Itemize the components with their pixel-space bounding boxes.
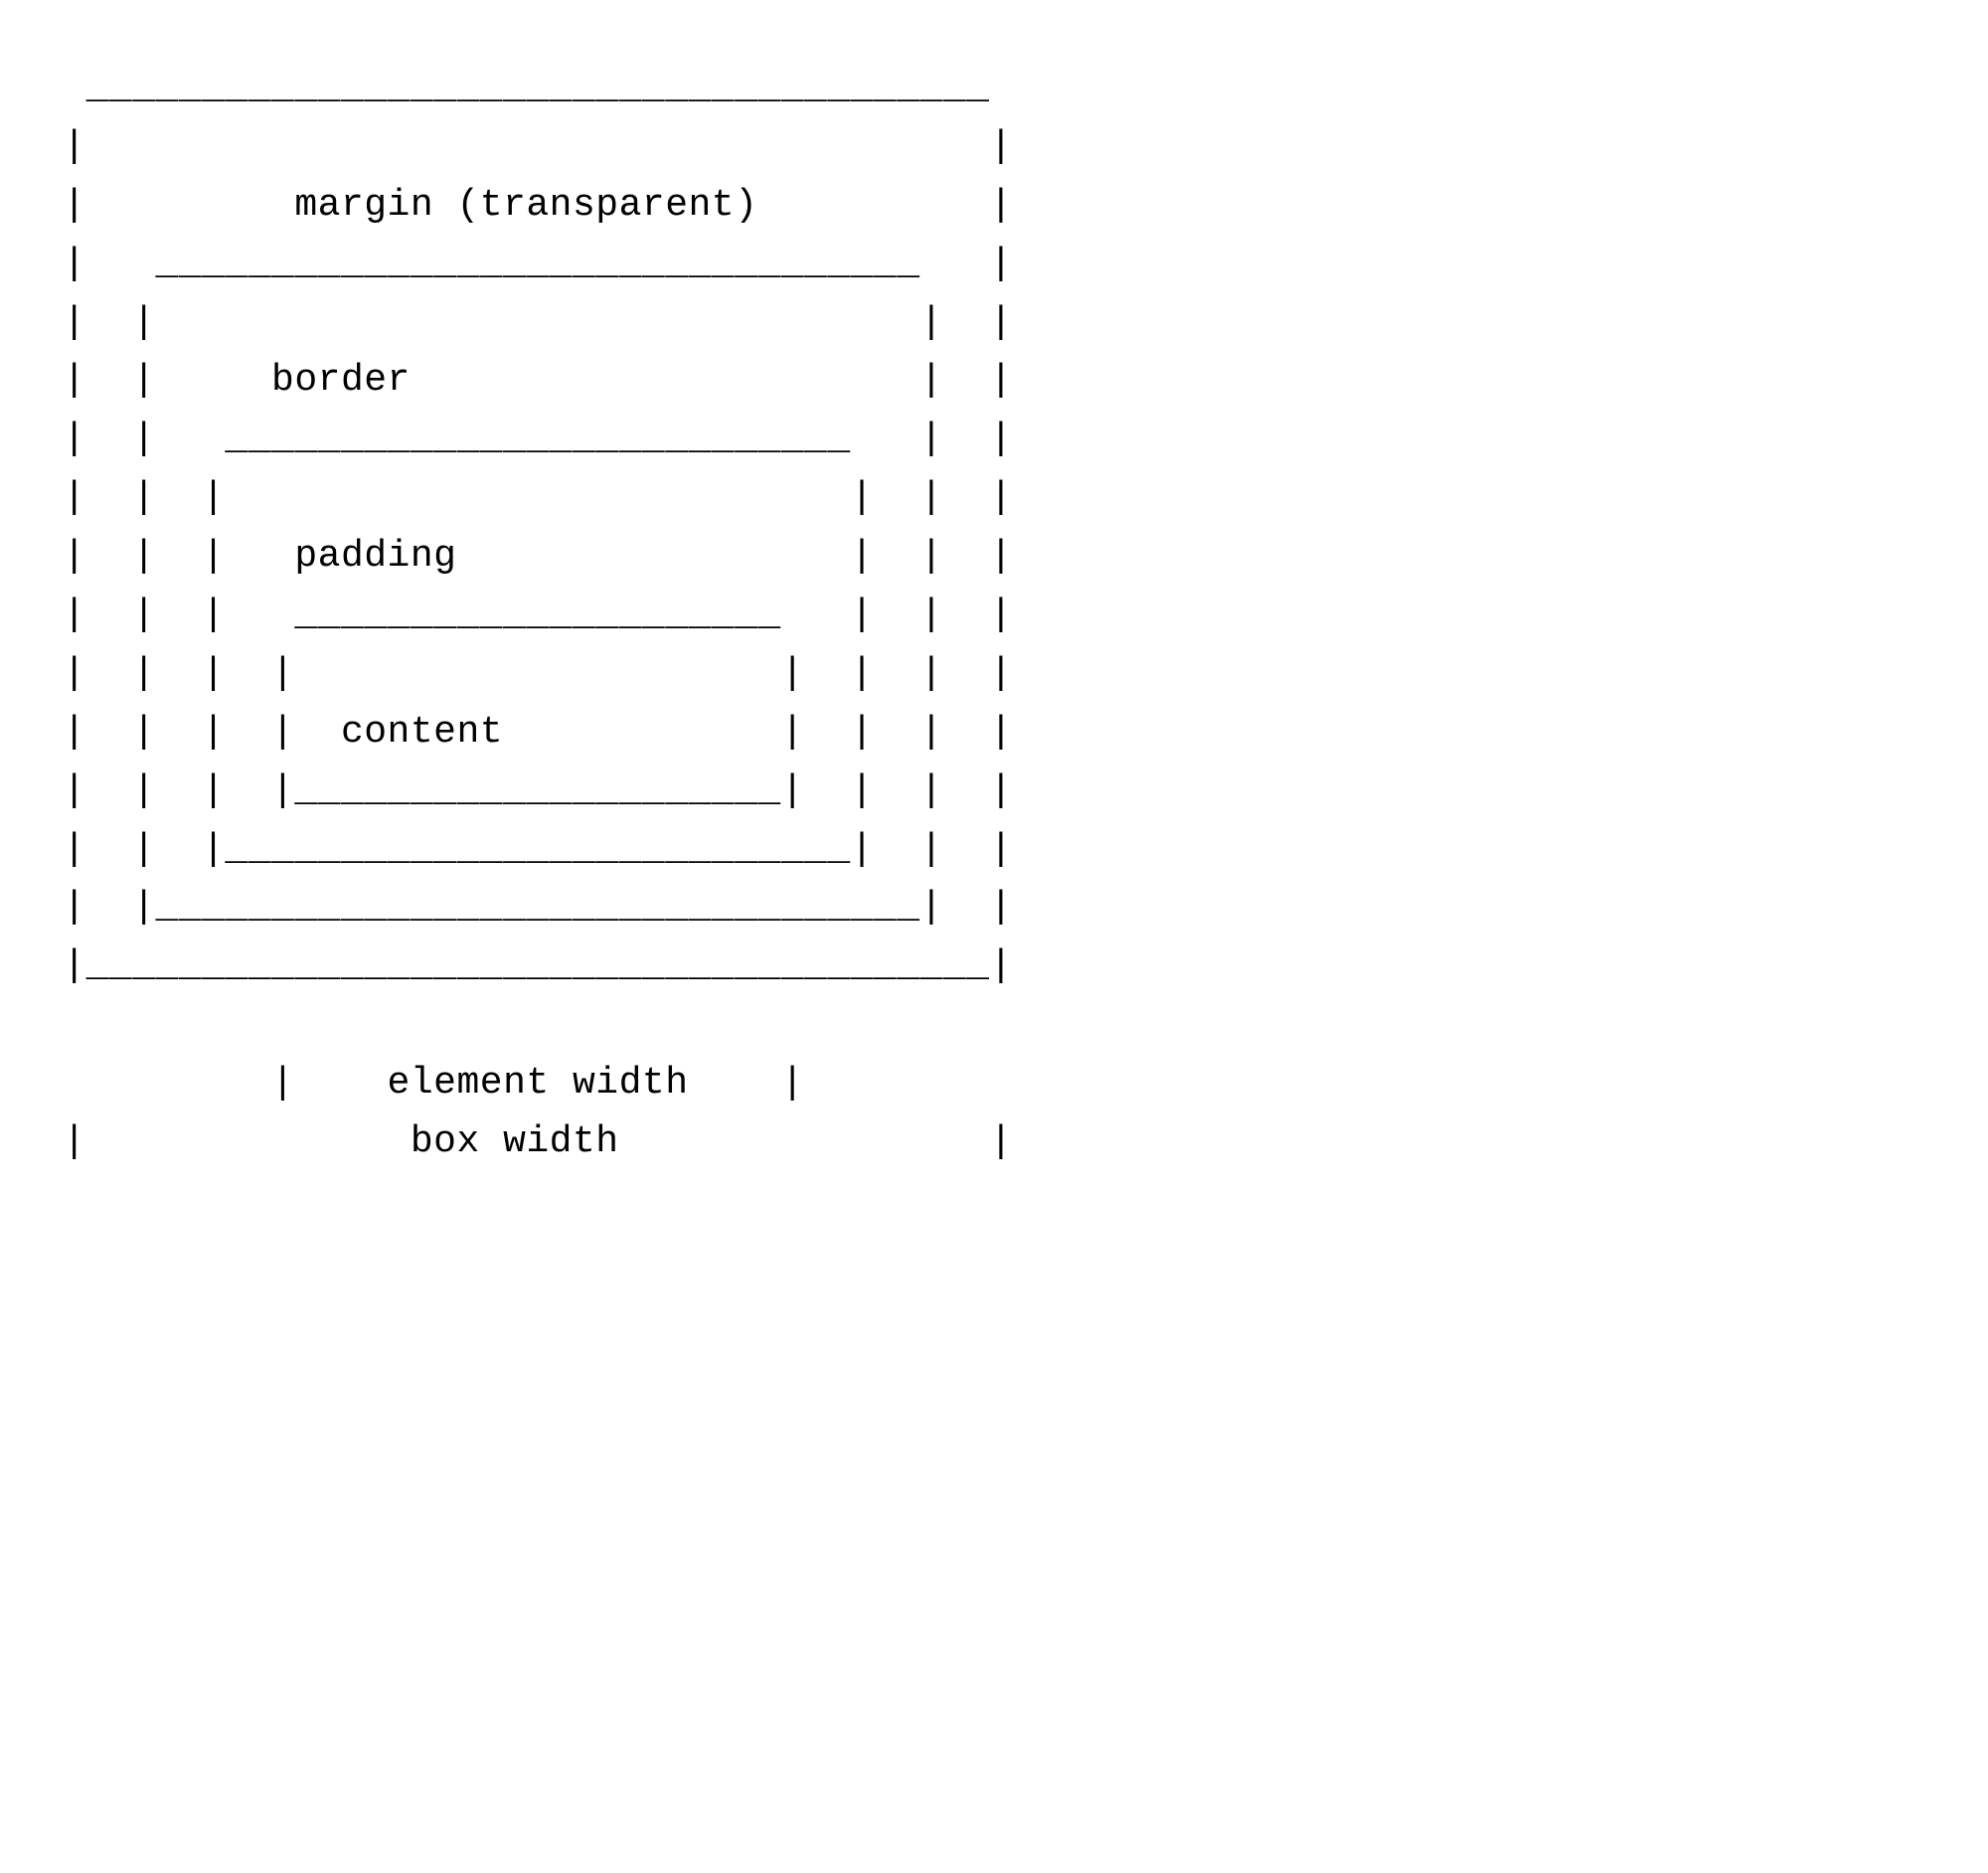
box-model-diagram: _______________________________________ … bbox=[0, 0, 1988, 1212]
